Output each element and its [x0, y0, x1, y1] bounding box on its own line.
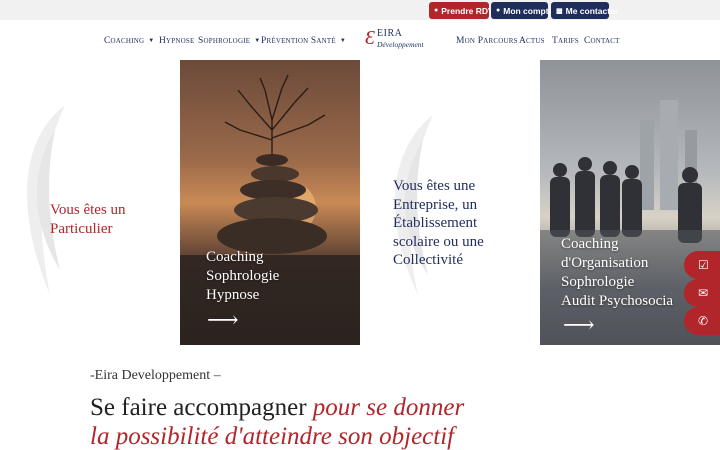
chevron-down-icon: ▼: [148, 38, 155, 44]
particulier-title: Vous êtes un Particulier: [50, 201, 126, 238]
headline-emphasis: la possibilité d'atteindre son objectif: [90, 423, 455, 450]
nav-item-mon-parcours[interactable]: Mon Parcours: [456, 36, 518, 46]
headline-plain: Se faire accompagner: [90, 394, 313, 421]
service-line: d'Organisation: [561, 255, 649, 271]
swirl-decoration-icon: [27, 105, 65, 295]
user-icon: ●: [496, 7, 501, 14]
service-line: Hypnose: [206, 287, 260, 303]
nav-item-prevention-sante[interactable]: Prévention Santé ▼: [261, 36, 346, 46]
nav-item-tarifs-label: Tarifs: [552, 36, 579, 46]
arrow-right-icon[interactable]: ⟶: [207, 309, 239, 331]
nav-item-coaching[interactable]: Coaching ▼: [104, 36, 154, 46]
nav-item-coaching-label: Coaching: [104, 36, 145, 46]
nav-item-sophrologie-label: Sophrologie: [198, 36, 251, 46]
prendre-rdv-button[interactable]: ● Prendre RDV: [429, 2, 494, 19]
prendre-rdv-label: Prendre RDV: [441, 5, 494, 16]
nav-item-mon-parcours-label: Mon Parcours: [456, 36, 518, 46]
headline-emphasis: pour se donner: [312, 394, 465, 421]
chevron-down-icon: ▼: [339, 38, 346, 44]
phone-icon: ✆: [698, 314, 709, 328]
phone-fab[interactable]: ✆: [684, 307, 720, 335]
service-line: Sophrologie: [561, 274, 635, 290]
user-icon: ●: [434, 7, 439, 14]
nav-item-prevention-sante-label: Prévention Santé: [261, 36, 336, 46]
nav-item-hypnose[interactable]: Hypnose: [159, 36, 195, 46]
logo-name: EIRA: [377, 28, 403, 39]
nav-item-contact[interactable]: Contact: [584, 36, 620, 46]
envelope-icon: ✉: [698, 286, 709, 300]
service-line: Coaching: [561, 236, 619, 252]
entreprise-line: Vous êtes une: [393, 178, 476, 194]
hero-panels: Vous êtes un Particulier Coaching Sophro…: [0, 60, 720, 345]
email-fab[interactable]: ✉: [684, 279, 720, 307]
calendar-check-icon: ☑: [698, 258, 709, 272]
logo-mark-icon: Ɛ: [365, 27, 375, 49]
mon-compte-label: Mon compte: [503, 5, 554, 16]
logo-subtitle: Développement: [377, 40, 424, 49]
nav-item-contact-label: Contact: [584, 36, 620, 46]
nav-item-actus-label: Actus: [519, 36, 545, 46]
section-headline: Se faire accompagner pour se donner la p…: [90, 393, 464, 450]
particulier-panel[interactable]: Vous êtes un Particulier: [0, 60, 180, 345]
section-eyebrow: -Eira Developpement –: [90, 368, 221, 383]
entreprise-line: Établissement: [393, 215, 478, 231]
service-line: Coaching: [206, 249, 264, 265]
site-logo[interactable]: Ɛ EIRA Développement: [365, 27, 427, 55]
entreprise-panel[interactable]: Vous êtes une Entreprise, un Établisseme…: [360, 60, 540, 345]
entreprise-line: scolaire ou une: [393, 233, 484, 250]
chevron-down-icon: ▼: [254, 38, 261, 44]
mon-compte-button[interactable]: ● Mon compte: [491, 2, 553, 19]
entreprise-line: Entreprise, un: [393, 196, 478, 213]
entreprise-title: Vous êtes une Entreprise, un Établisseme…: [393, 177, 484, 270]
particulier-services-title: Coaching Sophrologie Hypnose: [206, 248, 279, 305]
particulier-line: Particulier: [50, 220, 113, 237]
contact-card-icon: ▩: [556, 7, 563, 15]
particulier-line: Vous êtes un: [50, 202, 126, 218]
arrow-right-icon[interactable]: ⟶: [563, 314, 595, 336]
main-nav: Coaching ▼ Hypnose Sophrologie ▼ Préventio…: [0, 20, 720, 60]
top-bar: ● Prendre RDV ● Mon compte ▩ Me contacte…: [0, 0, 720, 20]
entreprise-line: Collectivité: [393, 252, 463, 268]
nav-item-tarifs[interactable]: Tarifs: [552, 36, 579, 46]
nav-item-hypnose-label: Hypnose: [159, 36, 195, 46]
me-contacter-button[interactable]: ▩ Me contacter: [551, 2, 618, 19]
appointment-fab[interactable]: ☑: [684, 251, 720, 279]
me-contacter-label: Me contacter: [565, 5, 619, 16]
nav-item-actus[interactable]: Actus: [519, 36, 545, 46]
entreprise-services-title: Coaching d'Organisation Sophrologie Audi…: [561, 235, 673, 311]
service-line: Sophrologie: [206, 268, 280, 284]
particulier-services-panel[interactable]: Coaching Sophrologie Hypnose ⟶: [180, 60, 360, 345]
nav-item-sophrologie[interactable]: Sophrologie ▼: [198, 36, 260, 46]
service-line: Audit Psychosocia: [561, 293, 674, 309]
